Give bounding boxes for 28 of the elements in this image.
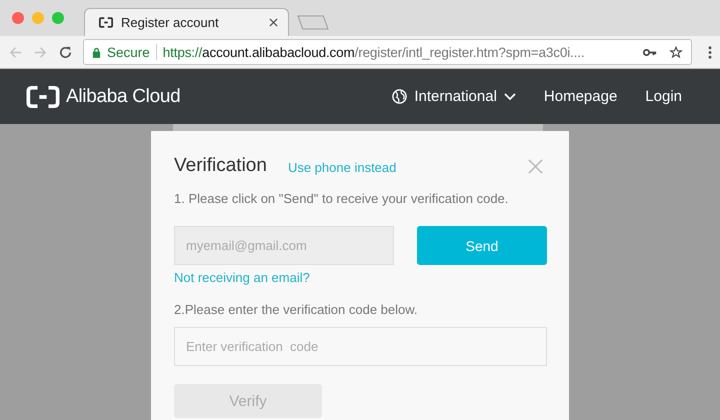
dialog-title: Verification <box>174 155 267 177</box>
globe-icon <box>392 89 408 104</box>
forward-arrow-icon[interactable] <box>33 44 48 60</box>
new-tab-icon[interactable] <box>297 15 329 30</box>
step-one-text: 1. Please click on "Send" to receive your verification code. <box>174 191 510 206</box>
reload-icon[interactable] <box>58 44 73 60</box>
url-text: https://account.alibabacloud.com/register/intl_register.htm?spm=a3c0i.... <box>162 44 586 60</box>
lock-icon <box>92 46 101 58</box>
more-menu-icon[interactable] <box>708 44 712 60</box>
logo-text[interactable]: Alibaba Cloud <box>66 86 180 108</box>
close-icon[interactable] <box>269 18 278 27</box>
nav-link[interactable]: Homepage <box>544 88 618 105</box>
browser-tab[interactable]: Register account <box>84 8 289 36</box>
secure-label: Secure <box>107 44 150 60</box>
minimize-window-icon[interactable] <box>32 12 44 24</box>
nav-link[interactable]: Login <box>645 88 682 105</box>
close-window-icon[interactable] <box>12 12 24 24</box>
address-bar[interactable]: Secure https://account.alibabacloud.com/register/intl_register.htm?spm=a3c0i.... <box>83 39 692 65</box>
chevron-down-icon <box>504 92 516 100</box>
star-icon[interactable] <box>669 46 683 58</box>
region-selector[interactable]: International <box>392 88 516 105</box>
step-two-text: 2.Please enter the verification code below. <box>174 302 419 317</box>
bracket-logo-icon <box>99 17 113 28</box>
bracket-logo-icon <box>26 86 60 108</box>
verification-code-field[interactable]: Enter verification code <box>174 327 547 366</box>
maximize-window-icon[interactable] <box>52 12 64 24</box>
back-arrow-icon[interactable] <box>8 44 23 60</box>
email-field[interactable]: myemail@gmail.com <box>174 226 394 265</box>
